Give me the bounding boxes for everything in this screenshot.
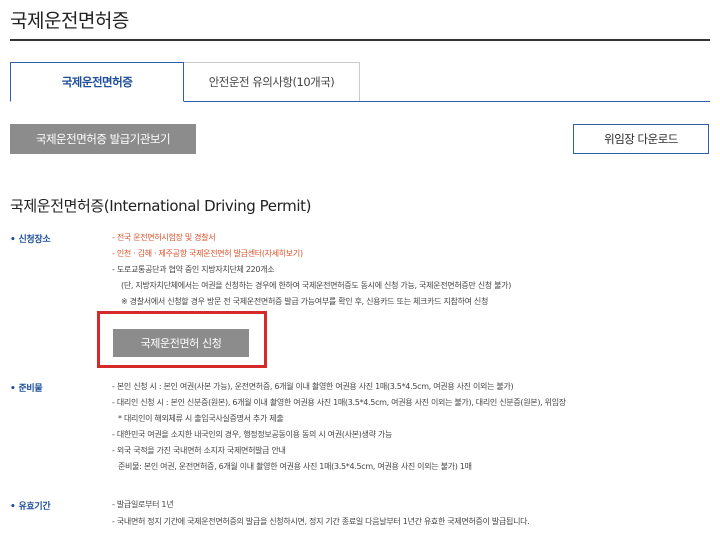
proxy-download-button[interactable]: 위임장 다운로드 (573, 124, 709, 154)
documents-line-1: - 본인 신청 시 : 본인 여권(사본 가능), 운전면허증, 6개월 이내 … (112, 382, 514, 391)
place-line-3: - 도로교통공단과 협약 중인 지방자치단체 220개소 (112, 265, 275, 274)
apply-button[interactable]: 국제운전면허 신청 (113, 329, 249, 357)
validity-line-2: - 국내면허 정지 기간에 국제운전면허증의 발급을 신청하시면, 정지 기간 … (112, 517, 530, 526)
tab-bar: 국제운전면허증 안전운전 유의사항(10개국) (10, 62, 710, 102)
documents-line-3: * 대리인이 해외체류 시 출입국사실증명서 추가 제출 (118, 414, 284, 423)
place-line-4: (단, 지방자치단체에서는 여권을 신청하는 경우에 한하여 국제운전면허증도 … (121, 281, 512, 290)
documents-line-2: - 대리인 신청 시 : 본인 신분증(원본), 6개월 이내 촬영한 여권용 … (112, 398, 566, 407)
documents-line-4: - 대한민국 여권을 소지한 내국인의 경우, 행정정보공동이용 동의 시 여권… (112, 430, 392, 439)
place-line-2[interactable]: - 인천 · 김해 · 제주공항 국제운전면허 발급센터(자세히보기) (112, 248, 303, 259)
section-title: 국제운전면허증(International Driving Permit) (10, 197, 312, 215)
tab-international-license[interactable]: 국제운전면허증 (10, 62, 184, 102)
documents-label: 준비물 (10, 381, 42, 394)
validity-line-1: - 발급일로부터 1년 (112, 500, 174, 509)
title-divider (10, 39, 710, 41)
issuer-view-button[interactable]: 국제운전면허증 발급기관보기 (10, 124, 196, 154)
tab-safe-driving-tips[interactable]: 안전운전 유의사항(10개국) (184, 62, 360, 101)
place-line-1: - 전국 운전면허시험장 및 경찰서 (112, 233, 216, 242)
place-label: 신청장소 (10, 232, 50, 245)
place-line-5: ※ 경찰서에서 신청할 경우 방문 전 국제운전면허증 발급 가능여부를 확인 … (121, 297, 489, 306)
validity-label: 유효기간 (10, 499, 50, 512)
documents-line-5: - 외국 국적을 가진 국내면허 소지자 국제면허발급 안내 (112, 446, 286, 455)
page-title: 국제운전면허증 (10, 10, 129, 32)
documents-line-6: 준비물: 본인 여권, 운전면허증, 6개월 이내 촬영한 여권용 사진 1매(… (118, 462, 472, 471)
